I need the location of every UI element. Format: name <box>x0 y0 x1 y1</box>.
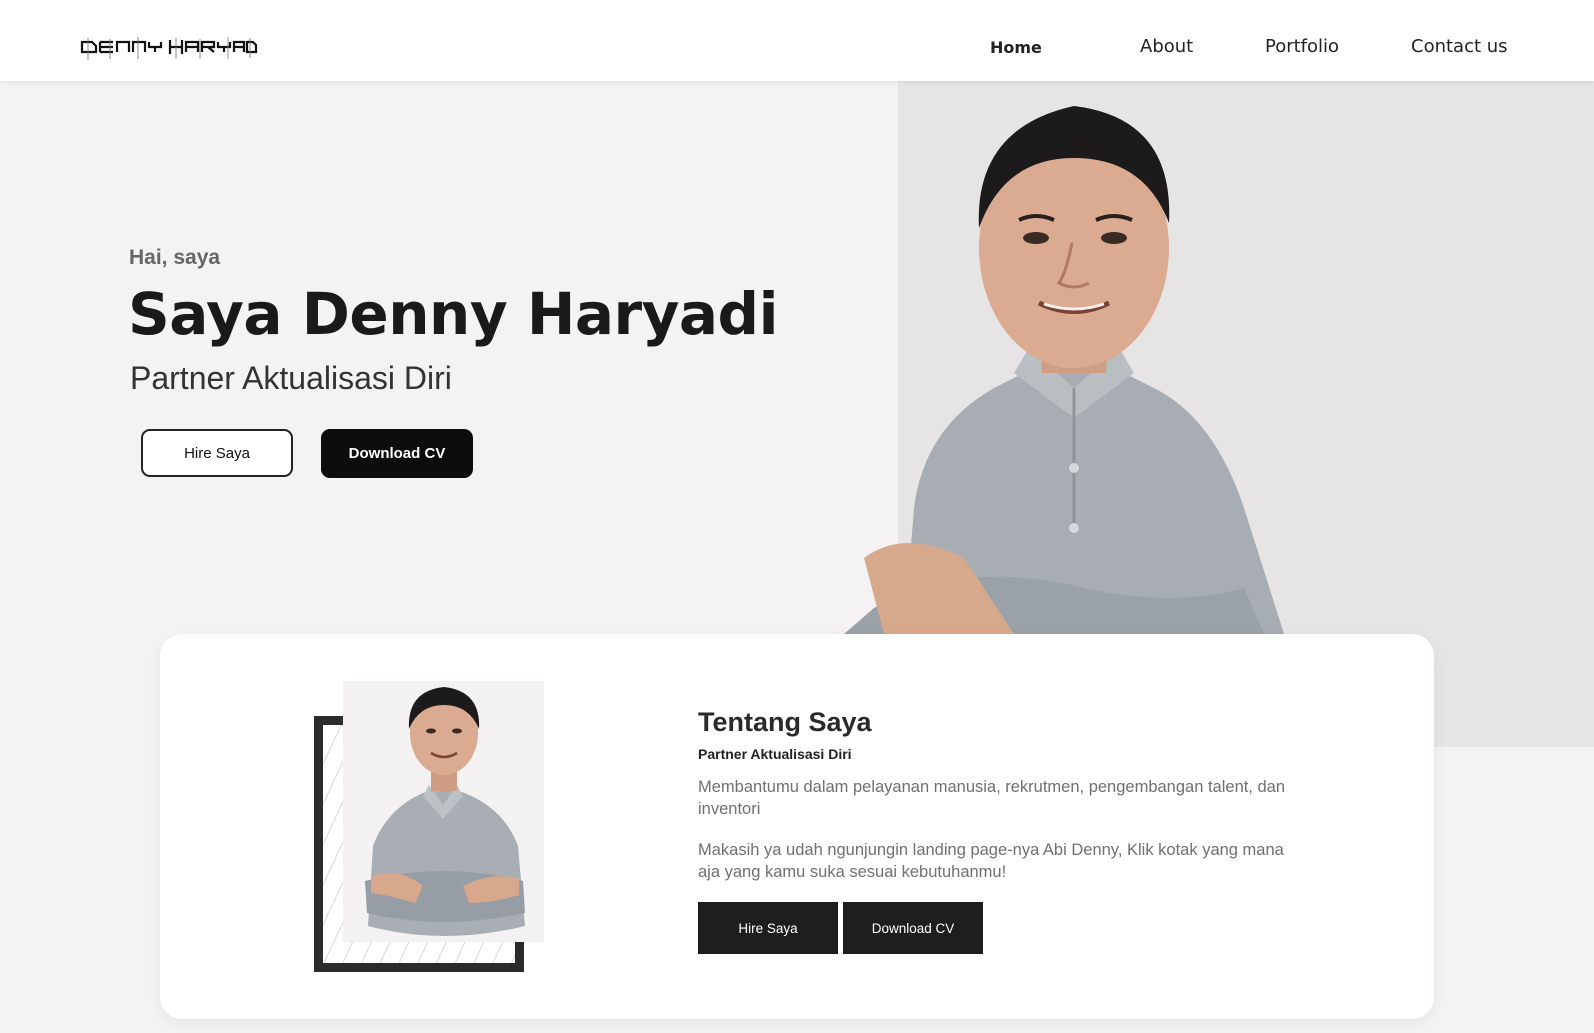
navbar: Home About Portfolio Contact us <box>0 0 1594 81</box>
about-download-cv-button[interactable]: Download CV <box>843 902 983 954</box>
about-hire-button[interactable]: Hire Saya <box>698 902 838 954</box>
about-heading: Tentang Saya <box>698 707 872 737</box>
hero-download-cv-button[interactable]: Download CV <box>321 429 473 478</box>
nav-contact-link[interactable]: Contact us <box>1411 36 1508 57</box>
about-portrait-image <box>343 681 544 942</box>
about-card: Tentang Saya Partner Aktualisasi Diri Me… <box>160 634 1434 1019</box>
hero-greeting: Hai, saya <box>129 246 221 269</box>
logo-wordmark-icon <box>80 37 258 60</box>
about-paragraph-2: Makasih ya udah ngunjungin landing page-… <box>698 841 1284 881</box>
nav-home-link[interactable]: Home <box>990 38 1042 57</box>
hero-subtitle: Partner Aktualisasi Diri <box>130 360 452 396</box>
site-logo[interactable] <box>80 34 258 62</box>
hero-title: Saya Denny Haryadi <box>128 280 778 348</box>
nav-about-link[interactable]: About <box>1140 36 1193 57</box>
nav-portfolio-link[interactable]: Portfolio <box>1265 36 1339 57</box>
about-subheading: Partner Aktualisasi Diri <box>698 746 852 762</box>
hero-hire-button[interactable]: Hire Saya <box>141 429 293 477</box>
about-paragraph-1: Membantumu dalam pelayanan manusia, rekr… <box>698 778 1286 818</box>
hero-portrait-image <box>844 88 1304 634</box>
